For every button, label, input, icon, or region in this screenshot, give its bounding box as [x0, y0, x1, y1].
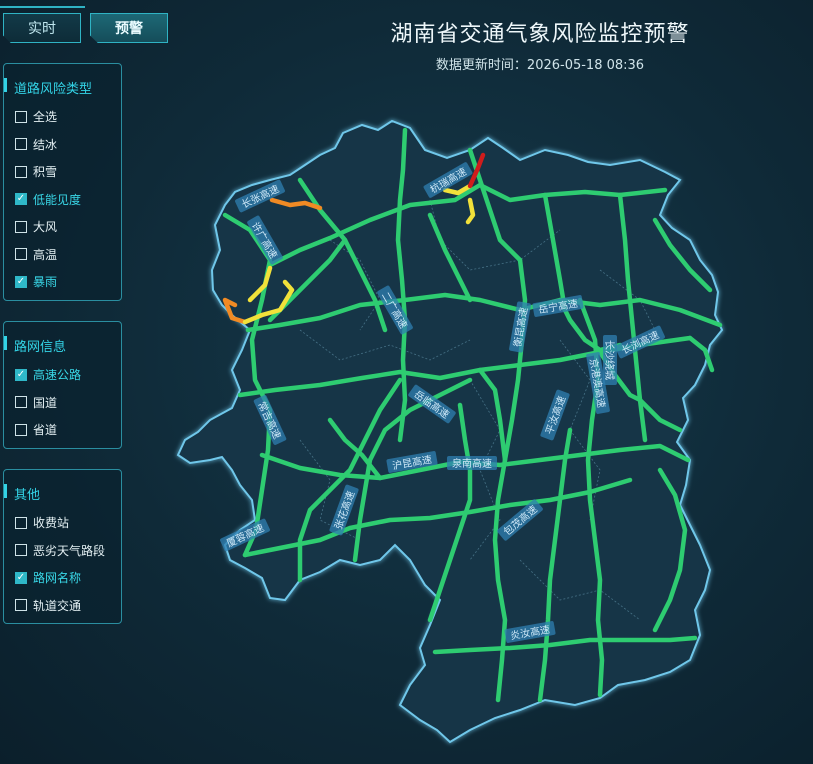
checkbox-label: 低能见度: [33, 192, 82, 207]
checkbox-item[interactable]: ✓ 低能见度: [4, 186, 121, 214]
checkbox-label: 全选: [33, 110, 58, 125]
checkbox-checked[interactable]: ✓: [15, 571, 27, 584]
province-border: [176, 119, 724, 744]
checkbox-checked[interactable]: ✓: [15, 275, 27, 288]
checkbox[interactable]: [15, 599, 27, 612]
checkbox-item[interactable]: 高温: [4, 241, 121, 269]
checkbox-item[interactable]: 省道: [4, 416, 121, 444]
checkbox-label: 高温: [33, 247, 58, 262]
checkbox-label: 路网名称: [33, 571, 82, 586]
checkbox-label: 积雪: [33, 165, 58, 180]
checkbox[interactable]: [15, 423, 27, 436]
checkbox-item[interactable]: ✓ 暴雨: [4, 268, 121, 296]
checkbox[interactable]: [15, 516, 27, 529]
panel-title: 路网信息: [4, 322, 121, 361]
checkbox-checked[interactable]: ✓: [15, 193, 27, 206]
checkbox-item[interactable]: 轨道交通: [4, 592, 121, 620]
checkbox-label: 收费站: [33, 516, 70, 531]
checkbox-item[interactable]: ✓ 路网名称: [4, 564, 121, 592]
checkbox-item[interactable]: 结冰: [4, 131, 121, 159]
checkbox[interactable]: [15, 165, 27, 178]
panel-risk-type: 道路风险类型 全选结冰积雪 ✓ 低能见度大风高温 ✓ 暴雨: [3, 63, 122, 301]
panel-other: 其他 收费站恶劣天气路段 ✓ 路网名称轨道交通: [3, 469, 122, 624]
checkbox-item[interactable]: 全选: [4, 103, 121, 131]
checkbox[interactable]: [15, 138, 27, 151]
panel-road-info: 路网信息 ✓ 高速公路国道省道: [3, 321, 122, 449]
checkbox[interactable]: [15, 396, 27, 409]
panel-title: 道路风险类型: [4, 64, 121, 103]
checkbox-label: 大风: [33, 220, 58, 235]
panel-title: 其他: [4, 470, 121, 509]
checkbox-label: 高速公路: [33, 368, 82, 383]
road-name-label: 长沙绕城: [603, 335, 617, 385]
road-name-label: 泉南高速: [447, 456, 497, 470]
checkbox-label: 恶劣天气路段: [33, 543, 106, 558]
checkbox[interactable]: [15, 248, 27, 261]
checkbox-item[interactable]: ✓ 高速公路: [4, 361, 121, 389]
checkbox-item[interactable]: 收费站: [4, 509, 121, 537]
svg-text:长沙绕城: 长沙绕城: [603, 340, 616, 380]
checkbox[interactable]: [15, 544, 27, 557]
checkbox[interactable]: [15, 110, 27, 123]
checkbox-label: 省道: [33, 423, 58, 438]
checkbox-label: 国道: [33, 395, 58, 410]
checkbox-item[interactable]: 大风: [4, 213, 121, 241]
checkbox[interactable]: [15, 220, 27, 233]
checkbox-label: 轨道交通: [33, 598, 82, 613]
checkbox-label: 结冰: [33, 137, 58, 152]
checkbox-item[interactable]: 积雪: [4, 158, 121, 186]
svg-text:泉南高速: 泉南高速: [452, 457, 492, 470]
checkbox-item[interactable]: 恶劣天气路段: [4, 537, 121, 565]
checkbox-label: 暴雨: [33, 275, 58, 290]
checkbox-item[interactable]: 国道: [4, 389, 121, 417]
checkbox-checked[interactable]: ✓: [15, 368, 27, 381]
